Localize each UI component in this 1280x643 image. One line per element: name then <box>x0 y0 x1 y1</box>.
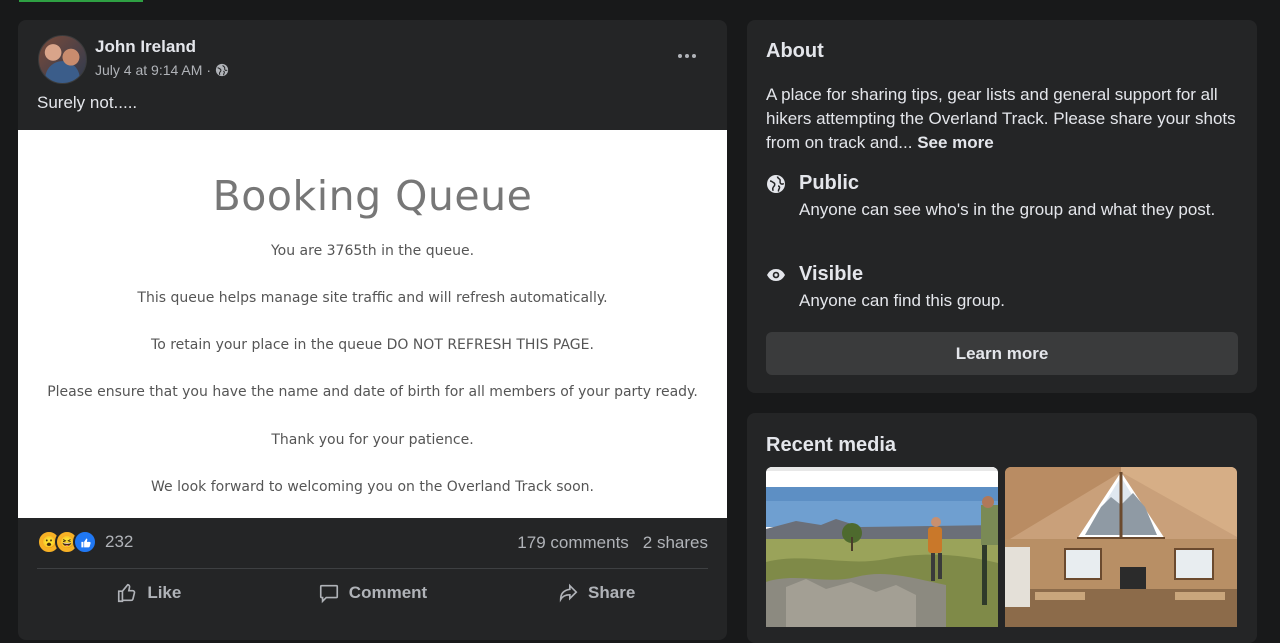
privacy-subtitle: Anyone can see who's in the group and wh… <box>799 200 1216 219</box>
queue-line: We look forward to welcoming you on the … <box>151 479 594 495</box>
meta-separator: · <box>206 62 212 78</box>
reactions-summary[interactable]: 😮 😆 232 <box>37 530 133 554</box>
visibility-subtitle: Anyone can find this group. <box>799 291 1006 310</box>
media-thumbnail-hut[interactable] <box>1005 467 1237 627</box>
like-button[interactable]: Like <box>37 573 261 613</box>
eye-icon <box>767 269 785 281</box>
about-card: About A place for sharing tips, gear lis… <box>747 20 1257 393</box>
action-divider <box>37 568 708 569</box>
share-icon <box>559 583 578 603</box>
learn-more-button[interactable]: Learn more <box>766 332 1238 375</box>
share-button[interactable]: Share <box>484 573 708 613</box>
comment-button[interactable]: Comment <box>261 573 485 613</box>
visibility-title: Visible <box>799 263 864 285</box>
privacy-info: Public Anyone can see who's in the group… <box>766 172 1239 222</box>
about-title: About <box>766 40 824 62</box>
more-dot-icon <box>692 54 696 58</box>
globe-icon <box>767 175 785 193</box>
post-card: John Ireland July 4 at 9:14 AM · Surely … <box>18 20 727 640</box>
queue-title: Booking Queue <box>212 172 533 220</box>
post-timestamp[interactable]: July 4 at 9:14 AM <box>95 62 202 78</box>
shares-count-link[interactable]: 2 shares <box>643 533 708 553</box>
post-stats: 179 comments 2 shares <box>517 533 708 553</box>
globe-icon <box>215 63 229 77</box>
post-meta: July 4 at 9:14 AM · <box>95 62 229 78</box>
author-avatar[interactable] <box>38 35 87 84</box>
about-description-text: A place for sharing tips, gear lists and… <box>766 85 1236 152</box>
top-progress-accent <box>19 0 143 2</box>
queue-line: To retain your place in the queue DO NOT… <box>151 337 594 353</box>
comments-count-link[interactable]: 179 comments <box>517 533 629 553</box>
post-author-name[interactable]: John Ireland <box>95 37 196 57</box>
queue-line: You are 3765th in the queue. <box>270 243 475 259</box>
about-description: A place for sharing tips, gear lists and… <box>766 83 1241 155</box>
share-label: Share <box>588 583 636 602</box>
like-reaction-icon <box>73 530 97 554</box>
post-more-options-button[interactable] <box>673 42 701 70</box>
queue-line: Thank you for your patience. <box>271 432 474 448</box>
queue-line: Please ensure that you have the name and… <box>47 384 698 400</box>
see-more-link[interactable]: See more <box>917 133 994 152</box>
hikers-landscape-image <box>766 467 998 627</box>
post-text: Surely not..... <box>37 93 138 112</box>
like-label: Like <box>147 583 182 602</box>
comment-label: Comment <box>348 583 428 602</box>
reaction-count: 232 <box>105 532 134 551</box>
recent-media-title: Recent media <box>766 434 897 456</box>
recent-media-card: Recent media <box>747 413 1257 643</box>
media-thumbnail-hikers[interactable] <box>766 467 998 627</box>
queue-line: This queue helps manage site traffic and… <box>137 290 608 306</box>
hut-interior-image <box>1005 467 1237 627</box>
more-dot-icon <box>685 54 689 58</box>
comment-icon <box>319 584 338 604</box>
privacy-title: Public <box>799 172 860 194</box>
post-image[interactable]: Booking Queue You are 3765th in the queu… <box>18 130 727 518</box>
more-dot-icon <box>678 54 682 58</box>
visibility-info: Visible Anyone can find this group. <box>766 263 1239 313</box>
thumbs-up-icon <box>118 583 136 603</box>
post-actions: Like Comment Share <box>37 573 708 613</box>
